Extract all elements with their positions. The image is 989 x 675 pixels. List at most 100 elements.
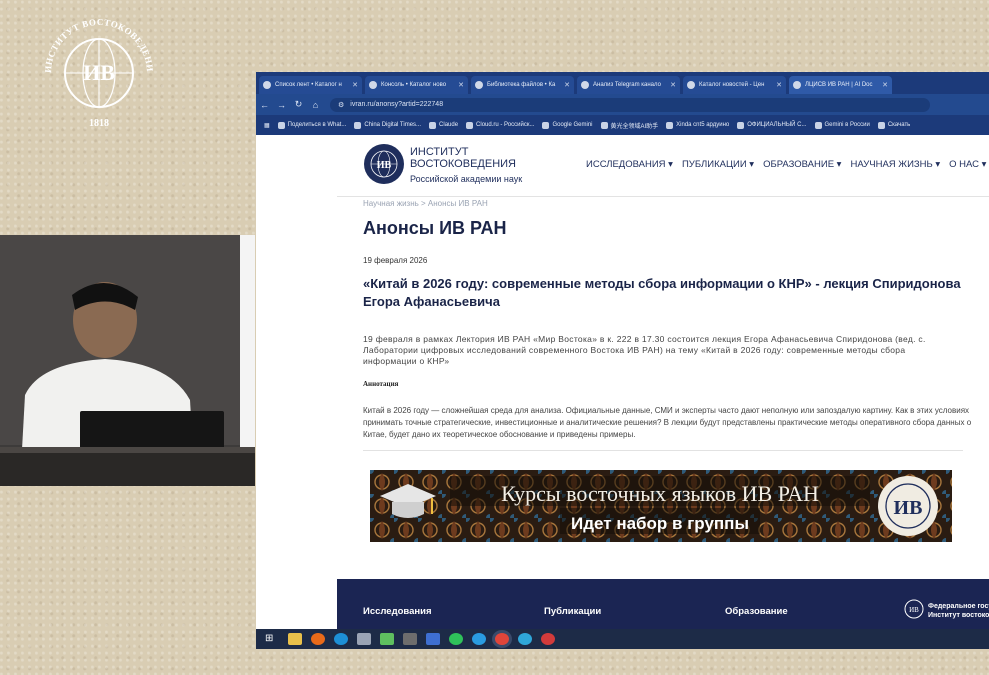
bookmark-favicon-icon [814, 121, 822, 129]
banner-subtitle: Идет набор в группы [571, 514, 749, 533]
media-app-icon[interactable] [541, 633, 555, 645]
article-date: 19 февраля 2026 [363, 256, 428, 265]
site-header: ИВ ИНСТИТУТ ВОСТОКОВЕДЕНИЯ Российской ак… [363, 143, 986, 193]
banner-seal-icon: ИВ [878, 476, 938, 536]
tab-favicon-icon [369, 81, 377, 89]
bookmark-item[interactable]: Google Gemini [542, 121, 593, 129]
bookmark-favicon-icon [277, 121, 285, 129]
annotation-label: Аннотация [363, 380, 399, 388]
main-menu: ИССЛЕДОВАНИЯ ▾ ПУБЛИКАЦИИ ▾ ОБРАЗОВАНИЕ … [586, 159, 989, 170]
bookmark-favicon-icon [877, 121, 885, 129]
reload-icon[interactable]: ↻ [290, 99, 307, 110]
bookmark-item[interactable]: Gemini в России [814, 121, 870, 129]
tab-favicon-icon [793, 81, 801, 89]
site-subtitle: Российской академии наук [410, 174, 523, 184]
language-courses-banner[interactable]: Курсы восточных языков ИВ РАН Идет набор… [370, 470, 952, 542]
chrome-icon[interactable] [495, 633, 509, 645]
bookmark-favicon-icon [542, 121, 550, 129]
whatsapp-icon[interactable] [449, 633, 463, 645]
shared-screen: Список лент • Каталог н ✕ Консоль • Катал… [256, 72, 989, 649]
bookmark-item[interactable]: Поделиться в What... [277, 121, 346, 129]
footer-link-education[interactable]: Образование [725, 606, 788, 617]
bookmark-item[interactable]: Claude [429, 121, 458, 129]
site-logo-icon[interactable]: ИВ [363, 143, 405, 185]
bookmark-item[interactable]: Xinda cnt5 ардуино [666, 121, 729, 129]
browser-tab[interactable]: Список лент • Каталог н ✕ [259, 76, 362, 94]
tab-favicon-icon [581, 81, 589, 89]
bookmarks-bar: ▦ Поделиться в What... China Digital Tim… [256, 115, 989, 135]
institute-seal-logo: ИВ ИНСТИТУТ ВОСТОКОВЕДЕНИЯ РАН 1818 [40, 14, 155, 129]
close-tab-icon[interactable]: ✕ [882, 81, 888, 89]
browser-tab-bar: Список лент • Каталог н ✕ Консоль • Катал… [256, 72, 989, 94]
footer-link-research[interactable]: Исследования [363, 606, 432, 617]
page-title: Анонсы ИВ РАН [363, 218, 507, 238]
browser-tab[interactable]: Анализ Telegram канало ✕ [577, 76, 680, 94]
edge-icon[interactable] [334, 633, 348, 645]
site-name[interactable]: ИНСТИТУТ ВОСТОКОВЕДЕНИЯ [410, 146, 516, 170]
windows-taskbar: ⊞ [256, 629, 989, 649]
bookmark-favicon-icon [600, 121, 608, 129]
bookmark-favicon-icon [737, 121, 745, 129]
chart-app-icon[interactable] [426, 633, 440, 645]
url-text: ivran.ru/anonsy?artid=222748 [350, 101, 444, 108]
svg-text:ИВ: ИВ [909, 606, 919, 614]
close-tab-icon[interactable]: ✕ [352, 81, 358, 89]
article-headline: «Китай в 2026 году: современные методы с… [363, 276, 961, 309]
content-divider [363, 450, 963, 451]
site-info-icon[interactable]: ⚙ [338, 101, 344, 109]
tab-favicon-icon [263, 81, 271, 89]
back-arrow-icon[interactable]: ← [256, 100, 273, 110]
article-lead: 19 февраля в рамках Лектория ИВ РАН «Мир… [363, 334, 926, 366]
bookmark-item[interactable]: Скачать [877, 121, 910, 129]
bookmark-item[interactable]: China Digital Times... [354, 121, 421, 129]
browser-tab-active[interactable]: ЛЦИСВ ИВ РАН | AI Doc ✕ [789, 76, 892, 94]
bookmark-item[interactable]: ОФИЦИАЛЬНЫЙ С... [737, 121, 807, 129]
bookmark-favicon-icon [666, 121, 674, 129]
bookmark-favicon-icon [429, 121, 437, 129]
browser-tab[interactable]: Библиотека файлов • Ка ✕ [471, 76, 574, 94]
page-left-margin [256, 135, 337, 629]
close-tab-icon[interactable]: ✕ [564, 81, 570, 89]
article-body: Китай в 2026 году — сложнейшая среда для… [363, 406, 972, 439]
telegram-icon[interactable] [472, 633, 486, 645]
footer-org-name: Федеральное госу Институт востоков [928, 603, 989, 619]
svg-text:ИВ: ИВ [894, 497, 923, 519]
browser-tab[interactable]: Консоль • Каталог ново ✕ [365, 76, 468, 94]
home-icon[interactable]: ⌂ [307, 100, 324, 110]
breadcrumb[interactable]: Научная жизнь > Анонсы ИВ РАН [363, 199, 488, 208]
document-app-icon[interactable] [357, 633, 371, 645]
apps-grid-icon[interactable]: ▦ [264, 122, 270, 129]
forward-arrow-icon[interactable]: → [273, 100, 290, 110]
close-tab-icon[interactable]: ✕ [776, 81, 782, 89]
bookmark-favicon-icon [466, 121, 474, 129]
close-tab-icon[interactable]: ✕ [670, 81, 676, 89]
browser-app-icon[interactable] [518, 633, 532, 645]
menu-item-science-life[interactable]: НАУЧНАЯ ЖИЗНЬ ▾ [850, 159, 940, 170]
svg-text:ИВ: ИВ [83, 60, 115, 85]
menu-item-about[interactable]: О НАС ▾ [949, 159, 986, 170]
tab-favicon-icon [687, 81, 695, 89]
menu-item-publications[interactable]: ПУБЛИКАЦИИ ▾ [682, 159, 754, 170]
web-page: ИВ ИНСТИТУТ ВОСТОКОВЕДЕНИЯ Российской ак… [256, 135, 989, 629]
tab-favicon-icon [475, 81, 483, 89]
bookmark-item[interactable]: 黄光全领域AI助手 [600, 121, 658, 130]
footer-logo-icon: ИВ [904, 599, 924, 619]
webcam-feed [0, 235, 255, 486]
menu-item-research[interactable]: ИССЛЕДОВАНИЯ ▾ [586, 159, 673, 170]
terminal-icon[interactable] [403, 633, 417, 645]
footer-link-publications[interactable]: Публикации [544, 606, 601, 617]
banner-graphic: Курсы восточных языков ИВ РАН Идет набор… [370, 470, 952, 542]
address-bar[interactable]: ⚙ ivran.ru/anonsy?artid=222748 [330, 97, 930, 112]
menu-item-education[interactable]: ОБРАЗОВАНИЕ ▾ [763, 159, 841, 170]
file-explorer-icon[interactable] [288, 633, 302, 645]
bookmark-item[interactable]: Cloud.ru - Российск... [466, 121, 534, 129]
banner-title: Курсы восточных языков ИВ РАН [501, 481, 819, 506]
site-footer: Исследования Публикации Образование ИВ Ф… [337, 579, 989, 629]
start-menu-icon[interactable]: ⊞ [265, 633, 279, 645]
firefox-icon[interactable] [311, 633, 325, 645]
svg-text:ИВ: ИВ [377, 160, 392, 171]
notes-app-icon[interactable] [380, 633, 394, 645]
browser-tab[interactable]: Каталог новостей - Цен ✕ [683, 76, 786, 94]
close-tab-icon[interactable]: ✕ [458, 81, 464, 89]
bookmark-favicon-icon [354, 121, 362, 129]
